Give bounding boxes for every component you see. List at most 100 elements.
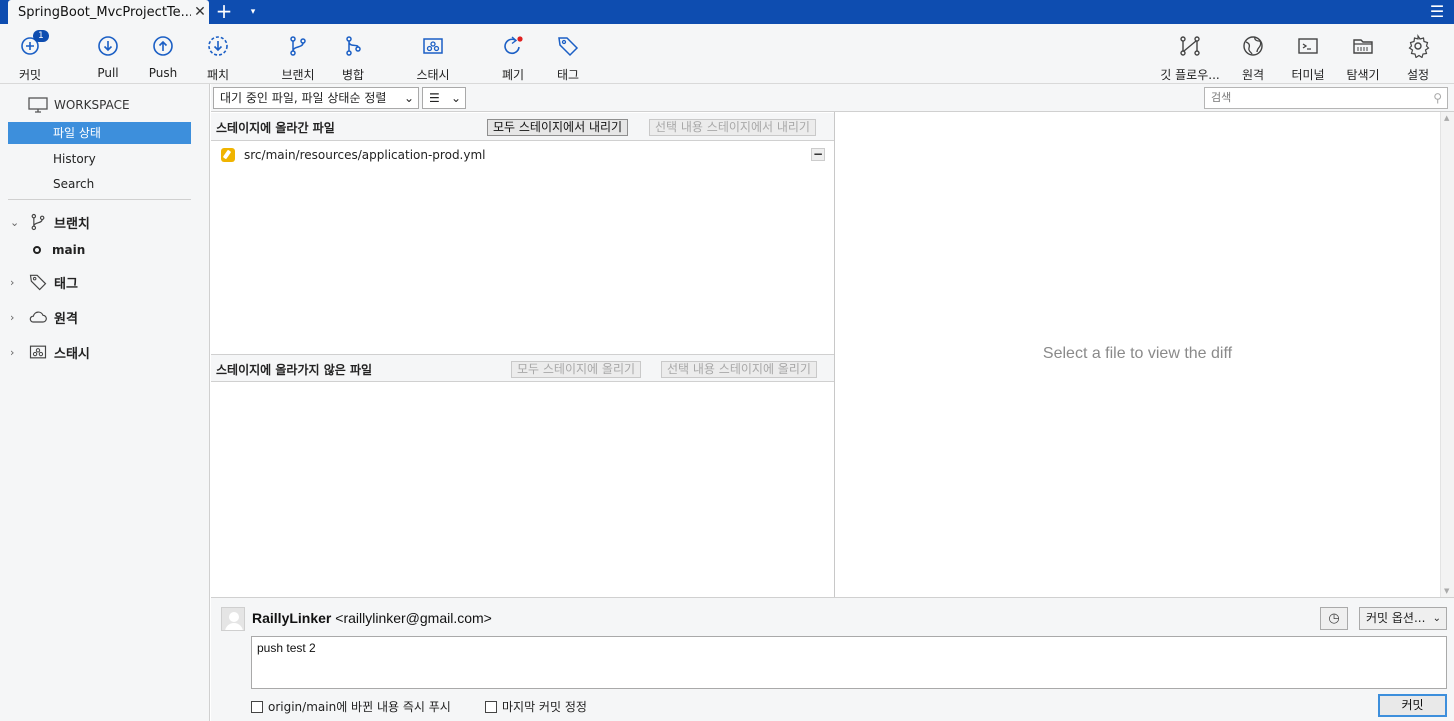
tag-label: 태그	[556, 68, 580, 82]
terminal-icon	[1298, 38, 1318, 54]
unstage-all-button[interactable]: 모두 스테이지에서 내리기	[487, 119, 629, 136]
sidebar-group-stashes[interactable]: › 스태시	[10, 342, 90, 362]
push-button[interactable]: Push	[133, 32, 193, 80]
list-mode-select[interactable]: ☰ ⌄	[422, 87, 466, 109]
pull-arrow-icon	[98, 36, 118, 56]
unstage-selected-button[interactable]: 선택 내용 스테이지에서 내리기	[649, 119, 816, 136]
filter-bar: 대기 중인 파일, 파일 상태순 정렬 ⌄ ☰ ⌄ 검색 ⚲	[211, 84, 1454, 112]
pull-label: Pull	[97, 66, 119, 80]
stage-selected-button[interactable]: 선택 내용 스테이지에 올리기	[661, 361, 817, 378]
pull-button[interactable]: Pull	[78, 32, 138, 80]
toolbar: 1 커밋 Pull Push 패치 브랜치 병합 스태시 폐기 태그 깃 플로우…	[0, 24, 1454, 84]
remote-button[interactable]: 원격	[1223, 32, 1283, 82]
unstaged-file-list	[211, 384, 834, 596]
branch-icon	[31, 213, 45, 231]
discard-button[interactable]: 폐기	[483, 32, 543, 82]
workspace-header: WORKSPACE	[28, 97, 130, 113]
branches-label: 브랜치	[54, 216, 90, 232]
diff-scrollbar[interactable]: ▲ ▼	[1440, 112, 1454, 597]
gear-icon	[1408, 34, 1430, 58]
branch-button[interactable]: 브랜치	[268, 32, 328, 82]
chevron-down-icon: ⌄	[450, 91, 461, 105]
chevron-right-icon: ›	[10, 275, 15, 289]
current-branch-icon	[33, 246, 41, 254]
workspace-label: WORKSPACE	[54, 98, 130, 112]
scroll-up-icon[interactable]: ▲	[1444, 114, 1449, 122]
stash-icon	[29, 345, 47, 359]
hamburger-menu-icon[interactable]: ☰	[1428, 2, 1446, 22]
checkbox-unchecked[interactable]	[485, 700, 497, 713]
scroll-down-icon[interactable]: ▼	[1444, 587, 1449, 595]
gitflow-icon	[1180, 36, 1200, 56]
gitflow-button[interactable]: 깃 플로우...	[1158, 32, 1222, 82]
amend-commit-checkbox[interactable]: 마지막 커밋 정정	[485, 698, 587, 715]
push-immediately-checkbox[interactable]: origin/main에 바뀐 내용 즉시 푸시	[251, 698, 451, 715]
sidebar-group-remotes[interactable]: › 원격	[10, 307, 78, 327]
chevron-right-icon: ›	[10, 345, 15, 359]
sidebar-item-history[interactable]: History	[8, 148, 191, 170]
monitor-icon	[28, 97, 48, 113]
commit-options-label: 커밋 옵션...	[1366, 611, 1426, 625]
branch-label: 브랜치	[281, 68, 315, 82]
merge-button[interactable]: 병합	[323, 32, 383, 82]
title-bar: SpringBoot_MvcProjectTe... ✕ + ▾ ☰	[0, 0, 1454, 24]
sidebar-item-search[interactable]: Search	[8, 173, 191, 195]
tab-dropdown-icon[interactable]: ▾	[245, 0, 261, 24]
checkbox-unchecked[interactable]	[251, 700, 263, 713]
close-tab-icon[interactable]: ✕	[191, 4, 209, 20]
file-path: src/main/resources/application-prod.yml	[244, 148, 486, 162]
commit-author: RaillyLinker <raillylinker@gmail.com>	[252, 610, 492, 626]
view-mode-value: 대기 중인 파일, 파일 상태순 정렬	[220, 91, 387, 105]
view-mode-select[interactable]: 대기 중인 파일, 파일 상태순 정렬 ⌄	[213, 87, 419, 109]
chevron-down-icon: ⌄	[1432, 613, 1441, 624]
search-input[interactable]: 검색 ⚲	[1204, 87, 1448, 109]
merge-icon	[346, 36, 361, 56]
stash-button[interactable]: 스태시	[403, 32, 463, 82]
staged-header: 스테이지에 올라간 파일 모두 스테이지에서 내리기 선택 내용 스테이지에서 …	[211, 113, 834, 141]
explorer-label: 탐색기	[1346, 68, 1380, 82]
commit-toolbar-button[interactable]: 1 커밋	[0, 30, 60, 82]
branch-item-main[interactable]: main	[33, 243, 85, 257]
sidebar-divider	[8, 199, 191, 200]
diff-placeholder: Select a file to view the diff	[1042, 345, 1233, 362]
branch-name: main	[52, 243, 86, 257]
stashes-label: 스태시	[54, 346, 90, 362]
fetch-button[interactable]: 패치	[188, 32, 248, 82]
commit-count-badge: 1	[33, 30, 49, 42]
sidebar-group-tags[interactable]: › 태그	[10, 272, 78, 292]
unstaged-title: 스테이지에 올라가지 않은 파일	[216, 363, 373, 377]
terminal-label: 터미널	[1291, 68, 1325, 82]
settings-button[interactable]: 설정	[1388, 32, 1448, 82]
push-arrow-icon	[153, 36, 173, 56]
new-tab-icon[interactable]: +	[213, 0, 235, 24]
terminal-button[interactable]: 터미널	[1278, 32, 1338, 82]
tag-button[interactable]: 태그	[538, 32, 598, 82]
tag-icon	[29, 274, 47, 291]
settings-label: 설정	[1406, 68, 1430, 82]
staged-file-list: src/main/resources/application-prod.yml …	[211, 141, 834, 353]
commit-options-select[interactable]: 커밋 옵션... ⌄	[1359, 607, 1447, 630]
explorer-button[interactable]: 탐색기	[1333, 32, 1393, 82]
sidebar-group-branches[interactable]: ⌄ 브랜치	[10, 212, 90, 232]
gitflow-label: 깃 플로우...	[1160, 68, 1220, 82]
stash-icon	[423, 38, 443, 54]
diff-view: Select a file to view the diff	[835, 112, 1440, 597]
unstaged-header: 스테이지에 올라가지 않은 파일 모두 스테이지에 올리기 선택 내용 스테이지…	[211, 354, 834, 382]
commit-history-button[interactable]: ◷	[1320, 607, 1348, 630]
unstage-file-icon[interactable]: −	[811, 148, 825, 161]
commit-button[interactable]: 커밋	[1378, 694, 1447, 717]
list-icon: ☰	[429, 91, 440, 105]
staged-title: 스테이지에 올라간 파일	[216, 121, 335, 135]
fetch-icon	[208, 36, 228, 56]
list-item[interactable]: src/main/resources/application-prod.yml …	[221, 147, 829, 163]
repo-tab[interactable]: SpringBoot_MvcProjectTe... ✕	[8, 0, 209, 24]
commit-label: 커밋	[18, 68, 42, 82]
push-label: Push	[148, 66, 178, 80]
stage-all-button[interactable]: 모두 스테이지에 올리기	[511, 361, 642, 378]
fetch-label: 패치	[206, 68, 230, 82]
branch-icon	[290, 36, 306, 56]
tag-icon	[558, 37, 579, 57]
push-immediately-label: origin/main에 바뀐 내용 즉시 푸시	[268, 700, 451, 714]
commit-message-input[interactable]: push test 2	[251, 636, 1447, 689]
sidebar-item-file-status[interactable]: 파일 상태	[8, 122, 191, 144]
